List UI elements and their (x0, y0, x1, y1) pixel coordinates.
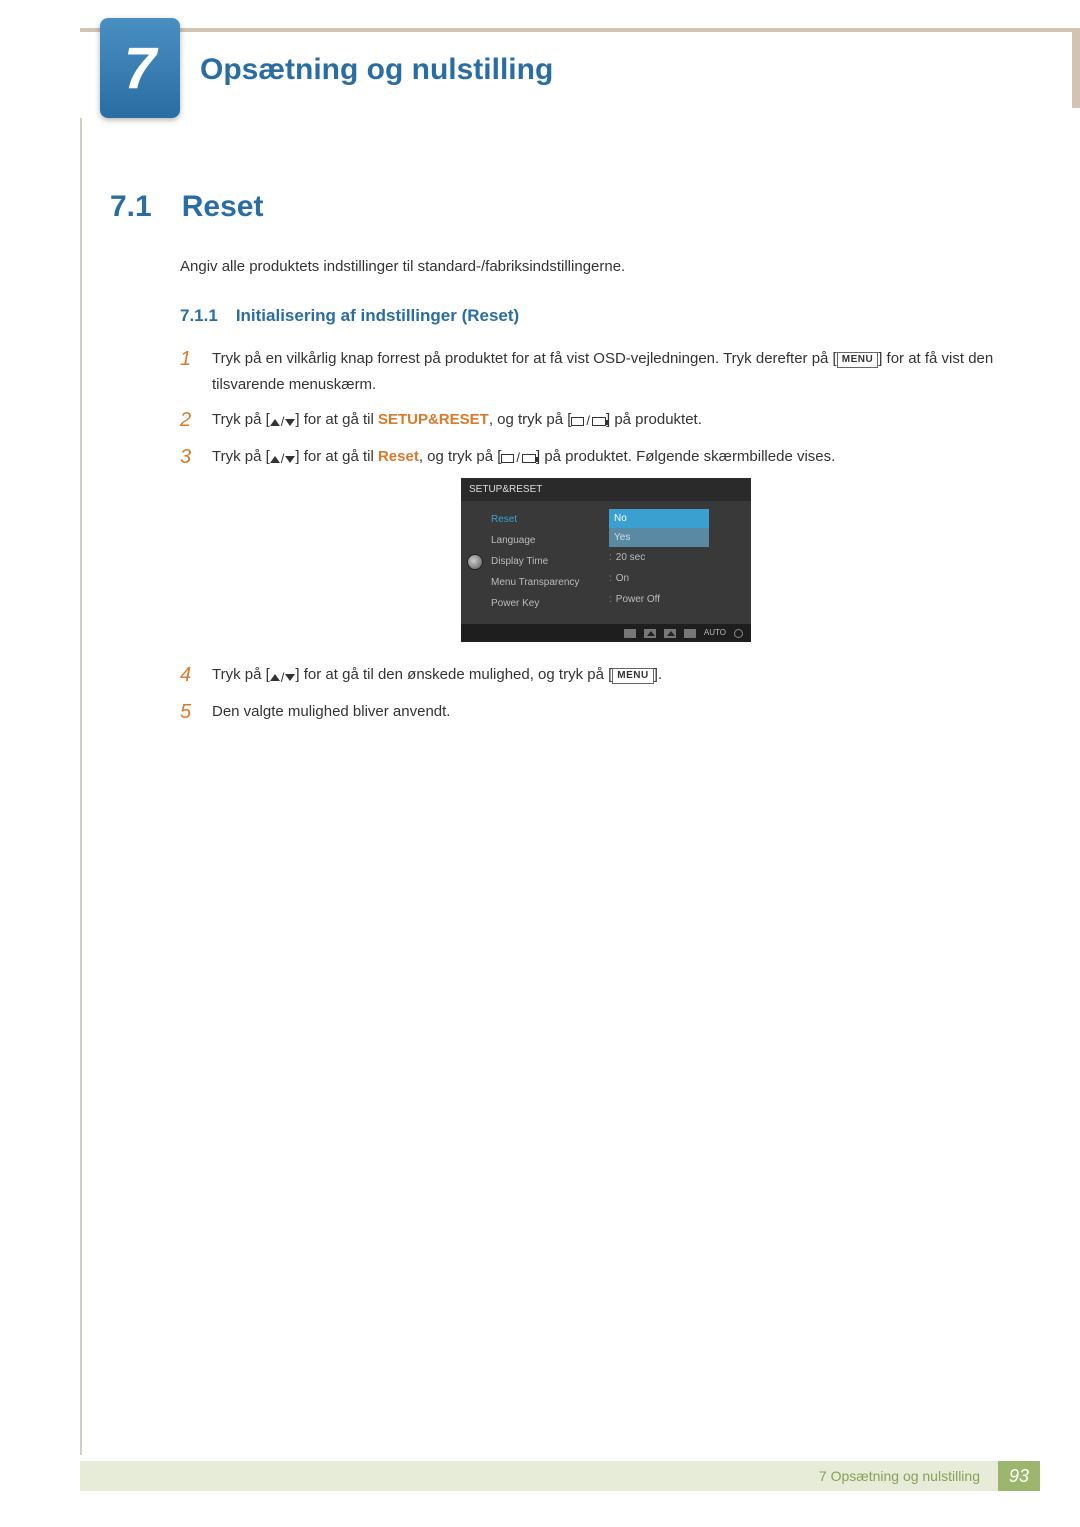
osd-option-yes: Yes (609, 528, 709, 547)
triangle-down-icon (285, 456, 295, 463)
up-down-icon: / (270, 411, 296, 433)
chapter-number: 7 (124, 35, 156, 102)
step-number: 5 (180, 699, 196, 725)
step-number: 4 (180, 662, 196, 688)
triangle-down-icon (285, 674, 295, 681)
chapter-title: Opsætning og nulstilling (200, 53, 553, 87)
page-footer: 7 Opsætning og nulstilling 93 (80, 1461, 1040, 1491)
up-down-icon: / (270, 448, 296, 470)
step-number: 1 (180, 346, 196, 372)
text: Tryk på [ (212, 411, 270, 428)
enter-icon: / (501, 447, 536, 469)
osd-auto-label: AUTO (704, 626, 726, 640)
osd-option-no: No (609, 509, 709, 528)
osd-nav-icon (624, 629, 636, 638)
step-text: Tryk på [/] for at gå til SETUP&RESET, o… (212, 407, 1000, 434)
text: ]. (654, 666, 662, 683)
osd-values: No Yes :20 sec :On :Power Off (609, 509, 751, 614)
osd-nav-icon (684, 629, 696, 638)
page-number: 93 (998, 1461, 1040, 1491)
left-margin-rule (80, 118, 82, 1455)
step-2: 2 Tryk på [/] for at gå til SETUP&RESET,… (180, 407, 1000, 434)
osd-value-row: :Power Off (609, 589, 751, 610)
footer-label: 7 Opsætning og nulstilling (819, 1468, 998, 1484)
osd-item-language: Language (491, 530, 609, 551)
osd-nav-icon (664, 629, 676, 638)
text: ] på produktet. (606, 411, 702, 428)
osd-value-row: :20 sec (609, 547, 751, 568)
subsection-title: Initialisering af indstillinger (Reset) (236, 306, 519, 326)
keyword: Reset (378, 448, 419, 465)
osd-value-row: :On (609, 568, 751, 589)
section-number: 7.1 (110, 190, 152, 224)
rect-icon (571, 417, 584, 426)
subsection-heading: 7.1.1 Initialisering af indstillinger (R… (180, 306, 519, 326)
osd-nav-icon (644, 629, 656, 638)
step-5: 5 Den valgte mulighed bliver anvendt. (180, 699, 1000, 725)
triangle-up-icon (270, 456, 280, 463)
keyword: SETUP&RESET (378, 411, 489, 428)
text: ] for at gå til (295, 411, 378, 428)
text: , og tryk på [ (489, 411, 572, 428)
step-3: 3 Tryk på [/] for at gå til Reset, og tr… (180, 444, 1000, 653)
text: , og tryk på [ (419, 448, 502, 465)
osd-title: SETUP&RESET (461, 478, 751, 501)
menu-icon: MENU (837, 352, 878, 368)
step-text: Tryk på [/] for at gå til den ønskede mu… (212, 662, 1000, 689)
steps-list: 1 Tryk på en vilkårlig knap forrest på p… (180, 346, 1000, 735)
up-down-icon: / (270, 667, 296, 689)
enter-icon: / (571, 410, 606, 432)
step-text: Tryk på en vilkårlig knap forrest på pro… (212, 346, 1000, 397)
text: Tryk på en vilkårlig knap forrest på pro… (212, 350, 837, 367)
header-band: Opsætning og nulstilling (80, 28, 1080, 108)
text: Tryk på [ (212, 448, 270, 465)
osd-knob-area (461, 509, 489, 614)
rect2-icon (592, 417, 606, 426)
subsection-number: 7.1.1 (180, 306, 218, 326)
step-1: 1 Tryk på en vilkårlig knap forrest på p… (180, 346, 1000, 397)
osd-value: On (616, 570, 629, 587)
rect-icon (501, 454, 514, 463)
osd-screenshot: SETUP&RESET Reset Language Display Time … (461, 478, 751, 642)
text: ] for at gå til den ønskede mulighed, og… (295, 666, 612, 683)
section-heading: 7.1 Reset (110, 190, 263, 224)
osd-body: Reset Language Display Time Menu Transpa… (461, 501, 751, 642)
step-4: 4 Tryk på [/] for at gå til den ønskede … (180, 662, 1000, 689)
triangle-up-icon (270, 674, 280, 681)
step-text: Tryk på [/] for at gå til Reset, og tryk… (212, 444, 1000, 653)
text: Tryk på [ (212, 666, 270, 683)
osd-power-icon (734, 629, 743, 638)
menu-icon: MENU (612, 668, 653, 684)
rect2-icon (522, 454, 536, 463)
header-inner: Opsætning og nulstilling (80, 32, 1072, 108)
osd-item-reset: Reset (491, 509, 609, 530)
osd-menu-list: Reset Language Display Time Menu Transpa… (489, 509, 609, 614)
chapter-number-box: 7 (100, 18, 180, 118)
osd-item-menu-transparency: Menu Transparency (491, 572, 609, 593)
osd-footer: AUTO (461, 624, 751, 642)
osd-value: Power Off (616, 591, 660, 608)
knob-icon (467, 554, 483, 570)
step-number: 2 (180, 407, 196, 433)
osd-item-display-time: Display Time (491, 551, 609, 572)
step-number: 3 (180, 444, 196, 470)
triangle-up-icon (270, 419, 280, 426)
section-intro: Angiv alle produktets indstillinger til … (180, 258, 625, 275)
osd-item-power-key: Power Key (491, 593, 609, 614)
text: ] for at gå til (295, 448, 378, 465)
triangle-down-icon (285, 419, 295, 426)
osd-value: 20 sec (616, 549, 645, 566)
step-text: Den valgte mulighed bliver anvendt. (212, 699, 1000, 725)
section-title: Reset (182, 190, 264, 224)
text: ] på produktet. Følgende skærmbillede vi… (536, 448, 835, 465)
